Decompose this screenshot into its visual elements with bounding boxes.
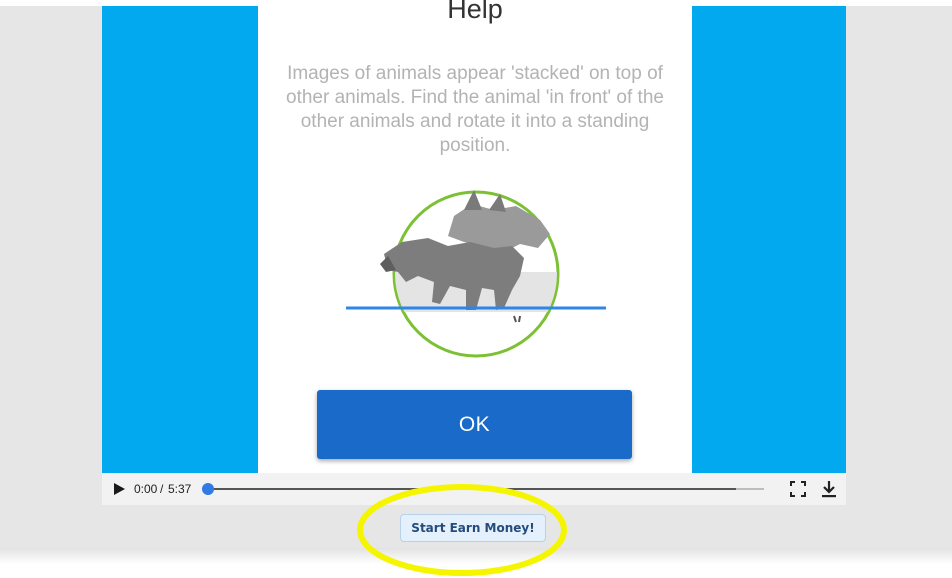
fullscreen-icon[interactable] bbox=[790, 481, 806, 497]
video-controls: 0:00 / 5:37 bbox=[102, 473, 846, 505]
help-dialog: Help Images of animals appear 'stacked' … bbox=[258, 0, 692, 473]
progress-loaded bbox=[208, 488, 737, 490]
animal-rotation-illustration bbox=[346, 190, 606, 358]
help-title: Help bbox=[447, 0, 503, 24]
page-bottom-shadow bbox=[0, 548, 952, 564]
help-description: Images of animals appear 'stacked' on to… bbox=[286, 63, 664, 156]
duration: 5:37 bbox=[168, 482, 192, 496]
progress-bar[interactable] bbox=[208, 488, 764, 490]
time-separator: / bbox=[160, 482, 164, 496]
progress-thumb[interactable] bbox=[202, 483, 214, 495]
ok-button[interactable]: OK bbox=[317, 390, 632, 459]
download-icon[interactable] bbox=[821, 480, 837, 498]
current-time: 0:00 bbox=[134, 482, 158, 496]
start-earn-money-button[interactable]: Start Earn Money! bbox=[400, 514, 546, 542]
play-icon[interactable] bbox=[112, 482, 126, 496]
